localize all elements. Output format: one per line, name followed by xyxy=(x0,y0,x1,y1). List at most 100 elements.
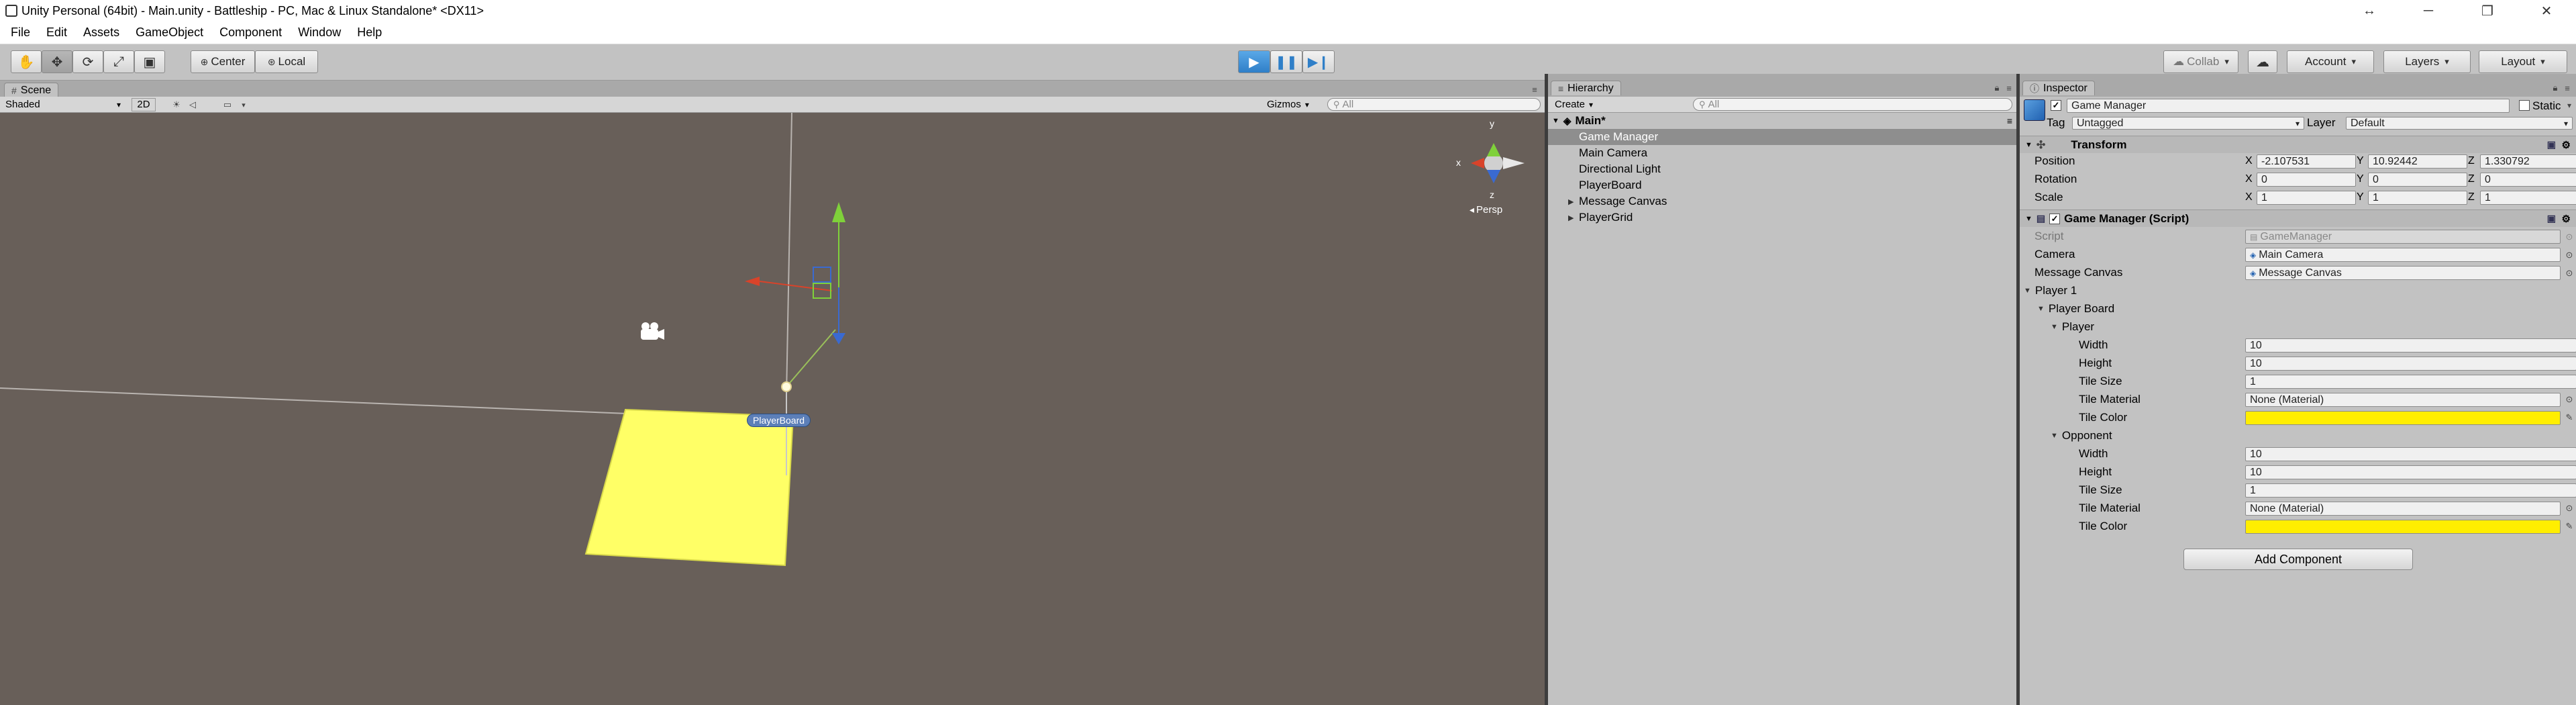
object-picker-icon[interactable]: ⊙ xyxy=(2563,249,2575,261)
move-gizmo-z-arrow[interactable] xyxy=(832,333,845,344)
camera-icon[interactable] xyxy=(641,322,664,340)
account-dropdown[interactable]: Account xyxy=(2287,50,2374,73)
axis-z-label[interactable]: Z xyxy=(2468,171,2475,187)
move-gizmo-y-arrow[interactable] xyxy=(832,202,845,222)
hierarchy-item[interactable]: Game Manager xyxy=(1548,129,2018,145)
help-icon[interactable]: ▣ xyxy=(2547,213,2556,224)
static-checkbox[interactable] xyxy=(2519,100,2530,111)
scene-search-input[interactable]: ⚲ All xyxy=(1327,98,1541,111)
axis-z-label[interactable]: Z xyxy=(2468,153,2475,169)
object-picker-icon[interactable]: ⊙ xyxy=(2563,267,2575,279)
cloud-button[interactable]: ☁ xyxy=(2248,50,2277,73)
panel-menu-icon[interactable]: ≡ xyxy=(1529,83,1541,95)
player-board-plane[interactable] xyxy=(584,408,794,567)
object-name-field[interactable]: Game Manager xyxy=(2067,99,2510,113)
position-z-field[interactable]: 1.330792 xyxy=(2480,154,2576,169)
minimize-button[interactable]: ─ xyxy=(2399,0,2458,21)
panel-menu-icon[interactable]: ≡ xyxy=(2561,82,2573,94)
menu-edit[interactable]: Edit xyxy=(38,26,75,40)
menu-assets[interactable]: Assets xyxy=(75,26,127,40)
audio-icon[interactable]: ◁ xyxy=(187,99,199,111)
object-picker-icon[interactable]: ⊙ xyxy=(2563,393,2575,406)
player1-foldout[interactable]: Player 1 xyxy=(2024,283,2077,299)
maximize-button[interactable]: ❐ xyxy=(2458,0,2517,21)
rotation-x-field[interactable]: 0 xyxy=(2257,173,2356,187)
close-button[interactable]: ✕ xyxy=(2517,0,2576,21)
play-button[interactable]: ▶ xyxy=(1238,50,1270,73)
move-gizmo-x-arrow[interactable] xyxy=(745,277,760,286)
script-enabled-checkbox[interactable]: ✓ xyxy=(2049,213,2061,224)
rotation-y-field[interactable]: 0 xyxy=(2368,173,2467,187)
collab-dropdown[interactable]: ☁ Collab xyxy=(2163,50,2238,73)
rect-tool-button[interactable]: ▣ xyxy=(134,50,165,73)
pivot-center-button[interactable]: ⊕ Center xyxy=(191,50,255,73)
axis-y-label[interactable]: Y xyxy=(2357,171,2364,187)
expand-arrow-icon[interactable]: ▶ xyxy=(1568,214,1579,222)
opponent-tile-size-field[interactable]: 1 xyxy=(2245,483,2576,498)
axis-x-label[interactable]: X xyxy=(2245,189,2253,205)
expand-arrow-icon[interactable]: ▶ xyxy=(1568,197,1579,206)
scale-x-field[interactable]: 1 xyxy=(2257,191,2356,205)
rotate-tool-button[interactable]: ⟳ xyxy=(72,50,103,73)
resize-icon[interactable]: ↔ xyxy=(2340,0,2399,21)
hierarchy-item[interactable]: PlayerBoard xyxy=(1548,177,2018,193)
opponent-tile-color-swatch[interactable] xyxy=(2245,520,2561,534)
camera-reference-field[interactable]: ◈ Main Camera xyxy=(2245,248,2561,262)
player-height-field[interactable]: 10 xyxy=(2245,357,2576,371)
axis-y-label[interactable]: Y xyxy=(2357,153,2364,169)
hierarchy-search-input[interactable]: ⚲ All xyxy=(1693,98,2012,111)
script-component-header[interactable]: ▼ ▤ ✓ Game Manager (Script) ▣ ⚙ xyxy=(2020,209,2576,227)
player-tile-size-field[interactable]: 1 xyxy=(2245,375,2576,389)
tab-hierarchy[interactable]: ≡ Hierarchy xyxy=(1551,81,1621,95)
create-dropdown[interactable]: Create ▾ xyxy=(1555,98,1593,111)
move-tool-button[interactable]: ✥ xyxy=(42,50,72,73)
tab-inspector[interactable]: ⓘ Inspector xyxy=(2022,81,2095,95)
object-picker-icon[interactable]: ⊙ xyxy=(2563,502,2575,514)
help-icon[interactable]: ▣ xyxy=(2547,139,2556,150)
opponent-foldout[interactable]: Opponent xyxy=(2051,428,2112,444)
gear-icon[interactable]: ⚙ xyxy=(2562,213,2571,225)
shading-mode-dropdown[interactable]: Shaded ▾ xyxy=(5,98,123,111)
player-foldout[interactable]: Player xyxy=(2051,319,2094,335)
player-board-foldout[interactable]: Player Board xyxy=(2037,301,2114,317)
menu-component[interactable]: Component xyxy=(211,26,290,40)
scene-orientation-gizmo[interactable] xyxy=(1471,143,1525,183)
player-width-field[interactable]: 10 xyxy=(2245,338,2576,352)
light-icon[interactable] xyxy=(781,381,792,392)
hierarchy-item[interactable]: Main Camera xyxy=(1548,145,2018,161)
scene-menu-icon[interactable]: ≡ xyxy=(2007,115,2012,126)
position-y-field[interactable]: 10.92442 xyxy=(2368,154,2467,169)
message-canvas-reference-field[interactable]: ◈ Message Canvas xyxy=(2245,266,2561,280)
scale-tool-button[interactable]: ⤢ xyxy=(103,50,134,73)
axis-y-label[interactable]: Y xyxy=(2357,189,2364,205)
eyedropper-icon[interactable]: ✎ xyxy=(2563,520,2575,532)
lock-icon[interactable]: 🔒︎ xyxy=(1991,82,2003,94)
axis-x-label[interactable]: X xyxy=(2245,153,2253,169)
axis-z-label[interactable]: Z xyxy=(2468,189,2475,205)
scene-viewport[interactable]: y x z ◂ Persp PlayerBoard xyxy=(0,113,1545,705)
position-x-field[interactable]: -2.107531 xyxy=(2257,154,2356,169)
scene-root-row[interactable]: ▼ ◈ Main* ≡ xyxy=(1548,113,2018,129)
transform-component-header[interactable]: ▼ ✣ Transform ▣ ⚙ xyxy=(2020,136,2576,153)
opponent-tile-material-field[interactable]: None (Material) xyxy=(2245,502,2561,516)
player-tile-material-field[interactable]: None (Material) xyxy=(2245,393,2561,407)
tag-dropdown[interactable]: Untagged ▾ xyxy=(2072,117,2304,130)
image-effects-icon[interactable]: ▭ xyxy=(221,99,234,111)
lock-icon[interactable]: 🔒︎ xyxy=(2549,82,2561,94)
2d-toggle[interactable]: 2D xyxy=(132,97,156,111)
rotation-z-field[interactable]: 0 xyxy=(2480,173,2576,187)
axis-x-label[interactable]: X xyxy=(2245,171,2253,187)
lighting-icon[interactable]: ☀ xyxy=(170,99,183,111)
menu-file[interactable]: File xyxy=(3,26,38,40)
hierarchy-item[interactable]: ▶ PlayerGrid xyxy=(1548,209,2018,226)
layer-dropdown[interactable]: Default ▾ xyxy=(2346,117,2573,130)
pivot-local-button[interactable]: ⊛ Local xyxy=(255,50,318,73)
layers-dropdown[interactable]: Layers xyxy=(2383,50,2471,73)
layout-dropdown[interactable]: Layout xyxy=(2479,50,2567,73)
tab-scene[interactable]: # Scene xyxy=(4,83,59,97)
menu-help[interactable]: Help xyxy=(349,26,390,40)
projection-persp-label[interactable]: ◂ Persp xyxy=(1470,204,1502,216)
step-button[interactable]: ▶❙ xyxy=(1302,50,1335,73)
menu-gameobject[interactable]: GameObject xyxy=(127,26,211,40)
menu-window[interactable]: Window xyxy=(290,26,349,40)
